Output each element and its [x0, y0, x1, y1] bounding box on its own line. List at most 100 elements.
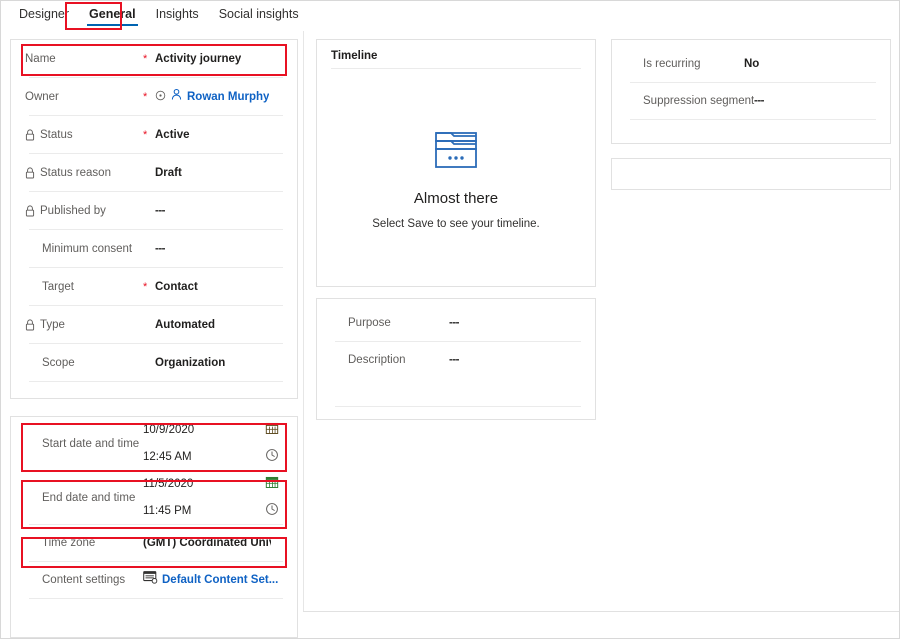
- field-label-description-text: Description: [348, 354, 406, 366]
- field-value-owner[interactable]: Rowan Murphy: [187, 91, 269, 103]
- field-value-purpose: ---: [449, 317, 459, 329]
- field-label-scope: Scope: [25, 357, 143, 369]
- tab-selected-underline: [87, 24, 138, 26]
- content-settings-icon: [143, 571, 158, 589]
- field-label-content-settings-text: Content settings: [42, 574, 126, 586]
- required-asterisk-owner: *: [143, 91, 148, 103]
- field-label-end-date-time: End date and time: [25, 492, 143, 504]
- journey-general-page: Designer General Insights Social insight…: [0, 0, 900, 639]
- row-separator: [29, 381, 283, 382]
- end-date-line[interactable]: 11/5/2020: [143, 475, 297, 494]
- field-value-start-date: 10/9/2020: [143, 424, 195, 436]
- field-row-name[interactable]: Name * Activity journey: [11, 40, 297, 77]
- tab-designer-label: Designer: [19, 7, 70, 21]
- timeline-empty-subtext: Select Save to see your timeline.: [372, 218, 540, 230]
- tab-general[interactable]: General: [79, 3, 146, 29]
- start-date-time-values: 10/9/2020 12:45 AM: [143, 421, 297, 467]
- start-time-line[interactable]: 12:45 AM: [143, 448, 297, 467]
- field-value-end-date: 11/5/2020: [143, 478, 194, 490]
- start-date-line[interactable]: 10/9/2020: [143, 421, 297, 440]
- field-value-status: Active: [155, 128, 190, 141]
- tab-social-insights-label: Social insights: [218, 7, 299, 21]
- field-value-is-recurring: No: [744, 58, 760, 70]
- field-row-suppression-segment[interactable]: Suppression segment ---: [612, 83, 890, 119]
- required-spacer: [143, 210, 155, 212]
- field-label-status-reason: Status reason: [25, 167, 143, 179]
- field-value-type: Automated: [155, 318, 216, 331]
- required-spacer: [143, 172, 155, 174]
- tab-insights[interactable]: Insights: [146, 3, 209, 29]
- clock-icon[interactable]: [265, 448, 279, 467]
- tab-designer[interactable]: Designer: [9, 3, 79, 29]
- tab-social-insights[interactable]: Social insights: [209, 3, 309, 29]
- field-row-purpose[interactable]: Purpose ---: [317, 305, 595, 341]
- field-row-minimum-consent[interactable]: Minimum consent ---: [11, 230, 297, 267]
- empty-card: [611, 158, 891, 190]
- end-time-line[interactable]: 11:45 PM: [143, 502, 297, 521]
- field-value-scope: Organization: [155, 356, 226, 369]
- field-label-description: Description: [331, 354, 449, 366]
- field-label-published-by-text: Published by: [40, 204, 106, 217]
- required-spacer: [143, 324, 155, 326]
- field-value-time-zone: (GMT) Coordinated Universal Time: [143, 537, 271, 549]
- field-label-type-text: Type: [40, 318, 65, 331]
- field-row-is-recurring[interactable]: Is recurring No: [612, 46, 890, 82]
- field-value-suppression-segment: ---: [754, 95, 764, 107]
- field-row-owner[interactable]: Owner * Rowan Murphy: [11, 78, 297, 115]
- row-separator: [29, 598, 283, 599]
- field-row-content-settings[interactable]: Content settings Default Content Set...: [11, 562, 297, 598]
- row-separator: [335, 406, 581, 407]
- field-label-start-date-time-text: Start date and time: [42, 437, 140, 450]
- field-label-owner-text: Owner: [25, 90, 59, 103]
- field-value-published-by: ---: [155, 204, 165, 217]
- field-label-status-text: Status: [40, 128, 73, 141]
- field-label-name-text: Name: [25, 52, 56, 65]
- field-label-minimum-consent: Minimum consent: [25, 243, 143, 255]
- clock-icon[interactable]: [265, 502, 279, 521]
- field-label-time-zone: Time zone: [25, 537, 143, 549]
- lock-icon: [25, 318, 35, 331]
- field-label-end-date-time-text: End date and time: [42, 491, 136, 504]
- person-icon: [170, 88, 183, 106]
- calendar-icon[interactable]: [265, 421, 279, 440]
- content-settings-value-wrap[interactable]: Default Content Set...: [143, 571, 278, 589]
- field-label-type: Type: [25, 319, 143, 331]
- timeline-card: Timeline Almost there Select Save to see…: [316, 39, 596, 287]
- field-value-target: Contact: [155, 280, 198, 293]
- required-spacer: [143, 362, 155, 364]
- calendar-icon[interactable]: [265, 475, 279, 494]
- field-row-time-zone[interactable]: Time zone (GMT) Coordinated Universal Ti…: [11, 525, 297, 561]
- owner-value-wrap[interactable]: Rowan Murphy: [155, 88, 269, 106]
- field-label-time-zone-text: Time zone: [42, 537, 96, 549]
- field-label-target-text: Target: [42, 280, 74, 293]
- field-value-start-time: 12:45 AM: [143, 451, 192, 463]
- field-label-start-date-time: Start date and time: [25, 438, 143, 450]
- field-row-target[interactable]: Target * Contact: [11, 268, 297, 305]
- field-label-suppression-segment-text: Suppression segment: [643, 95, 755, 107]
- tab-general-label: General: [89, 7, 136, 21]
- field-row-scope[interactable]: Scope Organization: [11, 344, 297, 381]
- field-row-published-by: Published by ---: [11, 192, 297, 229]
- required-asterisk-target: *: [143, 281, 148, 293]
- row-separator: [630, 119, 876, 120]
- end-date-time-values: 11/5/2020 11:45 PM: [143, 475, 297, 521]
- timeline-folder-icon: [432, 127, 480, 176]
- field-row-end-date-time[interactable]: End date and time 11/5/2020 11:45 PM: [11, 471, 297, 524]
- field-label-content-settings: Content settings: [25, 574, 143, 586]
- journey-schedule-card: Start date and time 10/9/2020 12:45 AM E…: [10, 416, 298, 638]
- lock-icon: [25, 166, 35, 179]
- field-row-description[interactable]: Description ---: [317, 342, 595, 378]
- field-value-name: Activity journey: [155, 52, 242, 65]
- field-row-start-date-time[interactable]: Start date and time 10/9/2020 12:45 AM: [11, 417, 297, 470]
- tab-insights-label: Insights: [155, 7, 199, 21]
- field-label-suppression-segment: Suppression segment: [626, 95, 754, 107]
- field-row-status: Status * Active: [11, 116, 297, 153]
- required-asterisk-status: *: [143, 129, 148, 141]
- field-value-content-settings[interactable]: Default Content Set...: [162, 574, 278, 586]
- field-label-owner: Owner: [25, 91, 143, 103]
- field-value-description: ---: [449, 354, 459, 366]
- lock-icon: [25, 204, 35, 217]
- purpose-description-card: Purpose --- Description ---: [316, 298, 596, 420]
- recurrence-card: Is recurring No Suppression segment ---: [611, 39, 891, 144]
- journey-details-card: Name * Activity journey Owner * Rowan Mu…: [10, 39, 298, 399]
